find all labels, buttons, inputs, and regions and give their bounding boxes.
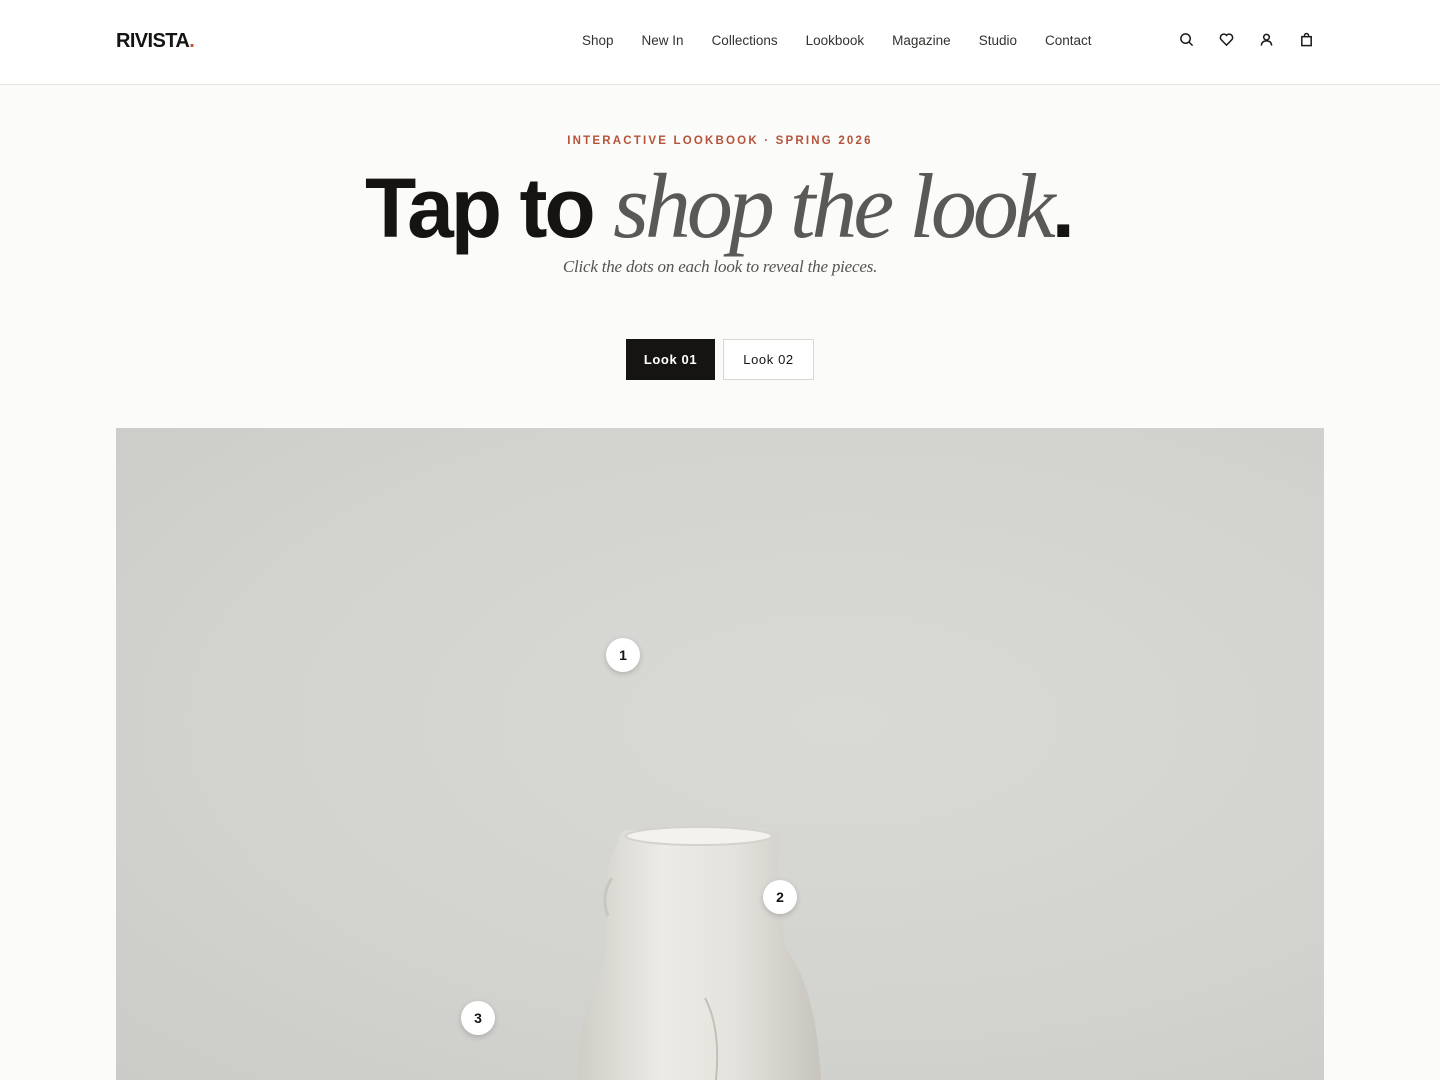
user-icon[interactable]	[1256, 29, 1276, 49]
nav-shop[interactable]: Shop	[568, 33, 628, 48]
headline-bold: Tap to	[365, 161, 614, 255]
nav-lookbook[interactable]: Lookbook	[792, 33, 879, 48]
logo[interactable]: RIVISTA.	[116, 30, 195, 53]
headline-italic: shop the look	[613, 155, 1056, 257]
heart-icon[interactable]	[1216, 29, 1236, 49]
logo-dot: .	[189, 30, 195, 52]
nav-studio[interactable]: Studio	[965, 33, 1031, 48]
header-actions	[1176, 29, 1316, 49]
headline-dot: .	[1051, 161, 1075, 255]
tab-look-01[interactable]: Look 01	[626, 339, 715, 380]
bag-icon[interactable]	[1296, 29, 1316, 49]
nav-collections[interactable]: Collections	[698, 33, 792, 48]
vase-illustration	[578, 826, 821, 1080]
nav-magazine[interactable]: Magazine	[878, 33, 965, 48]
hotspot-2[interactable]: 2	[763, 880, 797, 914]
logo-text: RIVISTA	[116, 30, 190, 52]
hotspot-1[interactable]: 1	[606, 638, 640, 672]
look-tabs: Look 01 Look 02	[626, 339, 814, 380]
main-nav: Shop New In Collections Lookbook Magazin…	[568, 33, 1106, 48]
hotspot-3[interactable]: 3	[461, 1001, 495, 1035]
tab-look-02[interactable]: Look 02	[723, 339, 814, 380]
nav-new-in[interactable]: New In	[628, 33, 698, 48]
nav-contact[interactable]: Contact	[1031, 33, 1106, 48]
site-header: RIVISTA. Shop New In Collections Lookboo…	[0, 0, 1440, 85]
search-icon[interactable]	[1176, 29, 1196, 49]
eyebrow-label: INTERACTIVE LOOKBOOK · SPRING 2026	[567, 135, 873, 147]
look-image: 1 2 3	[116, 428, 1324, 1080]
subtitle: Click the dots on each look to reveal th…	[562, 257, 878, 276]
